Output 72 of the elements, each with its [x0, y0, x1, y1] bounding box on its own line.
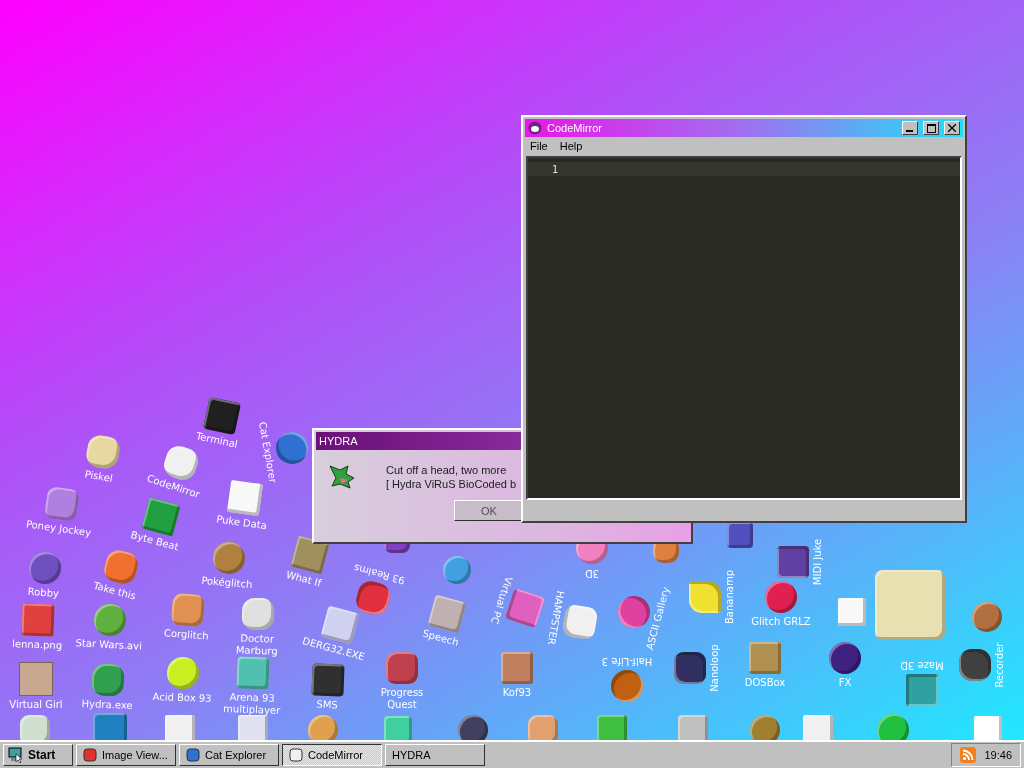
icon-label: HAMPSTER — [544, 588, 568, 648]
icon-label: Puke Data — [214, 512, 269, 534]
icon-label: Nanoloop — [709, 643, 721, 694]
icon-label: Doctor Marburg — [234, 631, 279, 659]
icon-label: Pokéglitch — [199, 573, 254, 593]
window-title: CodeMirror — [547, 122, 603, 134]
app-icon[interactable] — [226, 479, 264, 517]
icon-label: Bananamp — [724, 569, 736, 626]
app-icon — [289, 748, 303, 762]
maximize-button[interactable] — [923, 121, 939, 135]
icon-label: What If — [283, 567, 324, 591]
app-icon[interactable] — [829, 642, 861, 674]
window-title: HYDRA — [319, 435, 359, 447]
taskbar-button[interactable]: Image View... — [76, 744, 176, 766]
icon-label: Poney Jockey — [24, 517, 93, 540]
icon-label: Take this — [91, 578, 139, 604]
icon-label: Virtual PC — [487, 574, 516, 628]
icon-label: 3D — [583, 567, 601, 579]
menu-item[interactable]: File — [525, 139, 553, 153]
menu-item[interactable]: Help — [554, 139, 588, 153]
icon-label: Star Wars.avi — [74, 637, 144, 653]
app-icon — [186, 748, 200, 762]
icon-label: FX — [837, 677, 853, 689]
code-editor[interactable]: 1 — [526, 156, 962, 500]
app-icon[interactable] — [959, 649, 991, 681]
app-icon[interactable] — [972, 602, 1002, 632]
close-button[interactable] — [944, 121, 960, 135]
icon-label: Kof93 — [501, 687, 533, 699]
icon-label: Speech — [420, 626, 461, 650]
taskbar-button[interactable]: CodeMirror — [282, 744, 382, 766]
ok-button[interactable]: OK — [454, 500, 524, 521]
dialog-message: Cut off a head, two more — [386, 464, 508, 476]
close-icon — [948, 124, 956, 132]
icon-label: Recorder — [994, 641, 1006, 690]
icon-label: Virtual Girl — [8, 699, 64, 711]
icon-label: Corglitch — [162, 626, 210, 644]
start-button[interactable]: Start — [3, 744, 73, 766]
icon-label: Cat Explorer — [256, 419, 280, 486]
app-icon — [83, 748, 97, 762]
app-icon[interactable] — [777, 546, 809, 578]
icon-label: Hydra.exe — [80, 697, 134, 713]
icon-label: Arena 93 multiplayer — [222, 690, 282, 718]
minimize-button[interactable] — [902, 121, 918, 135]
app-icon[interactable] — [674, 652, 706, 684]
icon-label: ASCII Gallery — [642, 584, 673, 654]
icon-label: SMS — [315, 697, 339, 713]
icon-label: Progress Quest — [379, 687, 425, 711]
clock: 19:46 — [984, 749, 1012, 761]
dialog-message: [ Hydra ViRuS BioCoded b — [386, 478, 517, 490]
app-icon[interactable] — [458, 715, 488, 740]
icon-label: Byte Beat — [128, 528, 181, 555]
icon-label: Robby — [26, 584, 61, 601]
line-number: 1 — [550, 163, 559, 175]
taskbar-button[interactable]: HYDRA — [385, 744, 485, 766]
icon-label: Piskel — [82, 467, 115, 486]
icon-label: DOSBox — [743, 677, 787, 689]
icon-label: Terminal — [194, 429, 240, 452]
icon-label: Acid Box 93 — [151, 690, 213, 706]
icon-label: Half-Life 3 — [600, 655, 654, 667]
maximize-icon — [926, 123, 936, 133]
app-icon[interactable] — [727, 522, 753, 548]
computer-icon — [8, 747, 24, 763]
photo-placeholder[interactable] — [19, 662, 53, 696]
icon-label: lenna.png — [11, 637, 64, 653]
taskbar-button[interactable]: Cat Explorer — [179, 744, 279, 766]
icon-label: Glitch GRLZ — [750, 616, 812, 628]
icon-label: 93 Realms — [351, 561, 408, 589]
rss-icon[interactable] — [960, 747, 977, 763]
app-icon[interactable] — [765, 581, 797, 613]
icon-label: Maze 3D — [899, 659, 945, 671]
icon-label: MIDI Juke — [812, 537, 824, 588]
app-icon[interactable] — [311, 663, 345, 697]
